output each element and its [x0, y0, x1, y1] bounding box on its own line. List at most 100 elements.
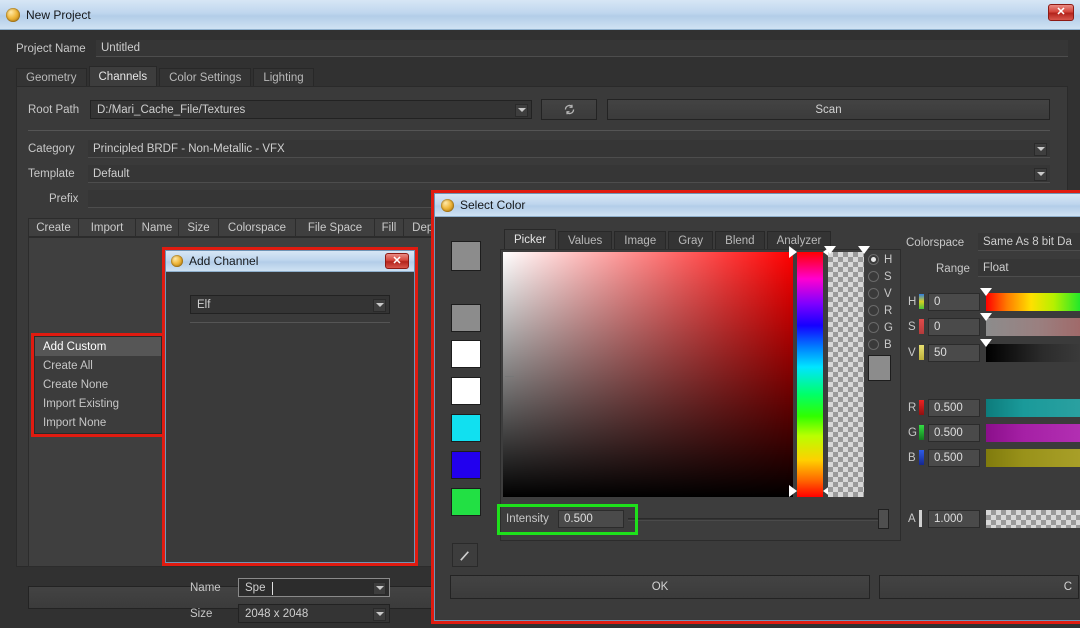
th-name[interactable]: Name	[136, 218, 179, 237]
mari-app-icon	[441, 198, 454, 212]
color-tab-gray[interactable]: Gray	[668, 231, 714, 250]
mode-radio-g[interactable]: G	[868, 319, 898, 336]
sv-black-gradient	[503, 252, 793, 497]
select-color-titlebar[interactable]: Select Color	[435, 194, 1080, 217]
palette-swatch-4[interactable]	[451, 451, 481, 479]
tab-channels[interactable]: Channels	[88, 66, 158, 87]
channel-size-combo[interactable]: 2048 x 2048	[238, 604, 390, 623]
chevron-down-icon[interactable]	[373, 298, 386, 312]
chevron-down-icon[interactable]	[1034, 142, 1047, 156]
th-import[interactable]: Import	[79, 218, 136, 237]
b-value-input[interactable]: 0.500	[928, 449, 980, 467]
palette-swatch-1[interactable]	[451, 340, 481, 368]
current-color-swatch[interactable]	[451, 241, 481, 271]
preset-value: Elf	[197, 298, 211, 311]
th-size[interactable]: Size	[179, 218, 219, 237]
s-value-input[interactable]: 0	[928, 318, 980, 336]
channel-name-input[interactable]: Spe	[238, 578, 390, 597]
th-file-space[interactable]: File Space	[296, 218, 375, 237]
s-color-bar	[919, 319, 924, 334]
mode-radio-b-label: B	[884, 338, 892, 351]
h-slider-marker[interactable]	[980, 288, 992, 296]
radio-g-icon[interactable]	[868, 322, 879, 333]
radio-v-icon[interactable]	[868, 288, 879, 299]
project-name-input[interactable]: Untitled	[96, 40, 1068, 57]
color-colorspace-combo[interactable]: Same As 8 bit Da	[978, 233, 1080, 251]
intensity-slider-track[interactable]	[628, 518, 886, 521]
radio-r-icon[interactable]	[868, 305, 879, 316]
menu-item-import-existing[interactable]: Import Existing	[35, 394, 161, 413]
mode-radio-b[interactable]: B	[868, 336, 898, 353]
alpha-value-input[interactable]: 1.000	[928, 510, 980, 528]
main-window-titlebar[interactable]: New Project ✕	[0, 0, 1080, 30]
mode-radio-s[interactable]: S	[868, 268, 898, 285]
palette-swatch-2[interactable]	[451, 377, 481, 405]
add-channel-titlebar[interactable]: Add Channel ✕	[166, 251, 414, 272]
preset-combo[interactable]: Elf	[190, 295, 390, 314]
menu-item-create-none[interactable]: Create None	[35, 375, 161, 394]
g-value: 0.500	[934, 427, 963, 439]
menu-item-add-custom[interactable]: Add Custom	[35, 337, 161, 356]
chevron-down-icon[interactable]	[373, 581, 386, 595]
palette-swatch-5[interactable]	[451, 488, 481, 516]
intensity-slider-knob[interactable]	[878, 509, 889, 529]
intensity-input[interactable]: 0.500	[558, 510, 624, 528]
scan-button[interactable]: Scan	[607, 99, 1050, 120]
category-combo[interactable]: Principled BRDF - Non-Metallic - VFX	[88, 140, 1050, 158]
g-value-input[interactable]: 0.500	[928, 424, 980, 442]
palette-swatch-3[interactable]	[451, 414, 481, 442]
add-channel-close-button[interactable]: ✕	[385, 253, 409, 269]
s-slider-marker[interactable]	[980, 313, 992, 321]
alpha-strip[interactable]	[828, 252, 864, 497]
select-color-cancel-label: C	[1063, 581, 1072, 593]
color-tab-image[interactable]: Image	[614, 231, 667, 250]
s-gradient-slider[interactable]	[986, 318, 1080, 336]
select-color-cancel-button[interactable]: C	[879, 575, 1079, 599]
select-color-ok-button[interactable]: OK	[450, 575, 870, 599]
root-path-label: Root Path	[28, 104, 80, 116]
palette-swatch-0[interactable]	[451, 304, 481, 332]
refresh-button[interactable]	[541, 99, 597, 120]
th-create[interactable]: Create	[28, 218, 79, 237]
r-gradient-slider[interactable]	[986, 399, 1080, 417]
color-tab-analyzer[interactable]: Analyzer	[766, 231, 832, 250]
v-value-input[interactable]: 50	[928, 344, 980, 362]
hue-strip[interactable]	[797, 252, 823, 497]
th-fill[interactable]: Fill	[375, 218, 404, 237]
radio-b-icon[interactable]	[868, 339, 879, 350]
radio-h-icon[interactable]	[868, 254, 879, 265]
color-tab-values[interactable]: Values	[557, 231, 613, 250]
eyedropper-button[interactable]	[452, 543, 478, 567]
chevron-down-icon[interactable]	[373, 607, 386, 621]
tab-lighting[interactable]: Lighting	[253, 68, 314, 87]
chevron-down-icon[interactable]	[515, 103, 528, 117]
v-slider-marker[interactable]	[980, 339, 992, 347]
v-gradient-slider[interactable]	[986, 344, 1080, 362]
th-colorspace[interactable]: Colorspace	[219, 218, 296, 237]
saturation-value-field[interactable]	[503, 252, 793, 497]
color-range-combo[interactable]: Float	[978, 259, 1080, 277]
alpha-gradient-slider[interactable]	[986, 510, 1080, 528]
tab-color-settings[interactable]: Color Settings	[159, 68, 252, 87]
mode-radio-v[interactable]: V	[868, 285, 898, 302]
color-tab-picker[interactable]: Picker	[504, 229, 556, 250]
th-file-space-label: File Space	[307, 221, 363, 234]
tab-geometry[interactable]: Geometry	[16, 68, 87, 87]
menu-item-import-none[interactable]: Import None	[35, 413, 161, 432]
chevron-down-icon[interactable]	[1034, 167, 1047, 181]
r-value-input[interactable]: 0.500	[928, 399, 980, 417]
main-window-close-button[interactable]: ✕	[1048, 4, 1074, 21]
g-gradient-slider[interactable]	[986, 424, 1080, 442]
color-tab-blend[interactable]: Blend	[715, 231, 765, 250]
template-combo[interactable]: Default	[88, 165, 1050, 183]
root-path-combo[interactable]: D:/Mari_Cache_File/Textures	[90, 100, 532, 119]
template-label: Template	[28, 168, 75, 180]
b-gradient-slider[interactable]	[986, 449, 1080, 467]
mode-radio-s-label: S	[884, 270, 892, 283]
h-gradient-slider[interactable]	[986, 293, 1080, 311]
menu-item-create-all[interactable]: Create All	[35, 356, 161, 375]
h-value-input[interactable]: 0	[928, 293, 980, 311]
radio-s-icon[interactable]	[868, 271, 879, 282]
mode-radio-h[interactable]: H	[868, 251, 898, 268]
mode-radio-r[interactable]: R	[868, 302, 898, 319]
